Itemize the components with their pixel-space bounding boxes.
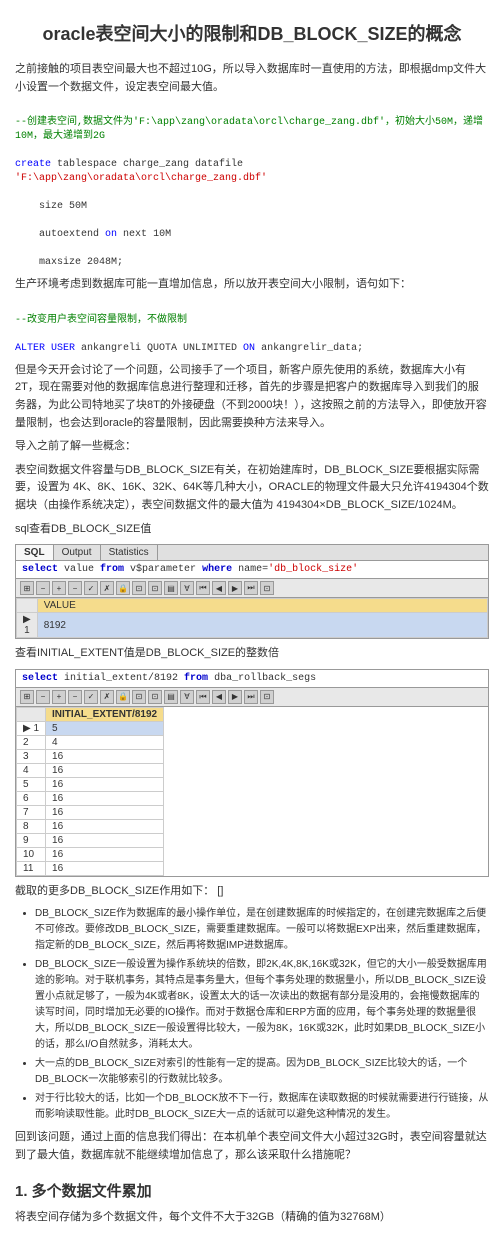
check2-icon[interactable]: ✓ <box>84 690 98 704</box>
col-value[interactable]: VALUE <box>37 599 487 613</box>
cell2-8[interactable]: 16 <box>46 819 164 833</box>
sql-heading-1: sql查看DB_BLOCK_SIZE值 <box>15 521 489 539</box>
minus2-icon[interactable]: − <box>68 581 82 595</box>
plus-icon[interactable]: + <box>52 581 66 595</box>
x2-icon[interactable]: ✗ <box>100 690 114 704</box>
cell2-5[interactable]: 16 <box>46 777 164 791</box>
tab-statistics[interactable]: Statistics <box>101 545 158 560</box>
grid-icon[interactable]: ⊞ <box>20 581 34 595</box>
sql-panel-2: select initial_extent/8192 from dba_roll… <box>15 669 489 877</box>
t24-icon[interactable]: ∀ <box>180 690 194 704</box>
row2-4: 4 <box>17 763 46 777</box>
cell2-9[interactable]: 16 <box>46 833 164 847</box>
nf2-icon[interactable]: ⏮ <box>196 690 210 704</box>
row2-8: 8 <box>17 819 46 833</box>
tool5-icon[interactable]: ⊡ <box>260 581 274 595</box>
t23-icon[interactable]: ▤ <box>164 690 178 704</box>
cell2-2[interactable]: 4 <box>46 735 164 749</box>
cell-value[interactable]: 8192 <box>37 613 487 638</box>
bullet-list: DB_BLOCK_SIZE作为数据库的最小操作单位，是在创建数据库的时候指定的，… <box>35 906 489 1123</box>
row2-1: ▶ 1 <box>17 721 46 735</box>
page-title: oracle表空间大小的限制和DB_BLOCK_SIZE的概念 <box>15 20 489 46</box>
cell2-1[interactable]: 5 <box>46 721 164 735</box>
sql-editor-2[interactable]: select initial_extent/8192 from dba_roll… <box>16 670 488 688</box>
bullet-1: DB_BLOCK_SIZE作为数据库的最小操作单位，是在创建数据库的时候指定的，… <box>35 906 489 954</box>
cell2-4[interactable]: 16 <box>46 763 164 777</box>
sql-grid-2: INITIAL_EXTENT/8192 ▶ 15 24 316 416 516 … <box>16 707 488 876</box>
plus2-icon[interactable]: + <box>52 690 66 704</box>
tab-sql[interactable]: SQL <box>16 545 54 560</box>
paragraph-solution-1-desc: 将表空间存储为多个数据文件，每个文件不大于32GB（精确的值为32768M） <box>15 1209 489 1227</box>
x-icon[interactable]: ✗ <box>100 581 114 595</box>
sql-toolbar-1: ⊞ − + − ✓ ✗ 🔒 ⊡ ⊡ ▤ ∀ ⏮ ◀ ▶ ⏭ ⊡ <box>16 579 488 598</box>
bullet-3: 大一点的DB_BLOCK_SIZE对索引的性能有一定的提高。因为DB_BLOCK… <box>35 1056 489 1088</box>
cell2-6[interactable]: 16 <box>46 791 164 805</box>
grid-corner <box>17 599 38 613</box>
row2-7: 7 <box>17 805 46 819</box>
nl2-icon[interactable]: ⏭ <box>244 690 258 704</box>
np2-icon[interactable]: ◀ <box>212 690 226 704</box>
tab-output[interactable]: Output <box>54 545 101 560</box>
sql-grid-1: VALUE ▶ 18192 <box>16 598 488 638</box>
minus4-icon[interactable]: − <box>68 690 82 704</box>
bullet-4: 对于行比较大的话，比如一个DB_BLOCK放不下一行，数据库在读取数据的时候就需… <box>35 1091 489 1123</box>
nn2-icon[interactable]: ▶ <box>228 690 242 704</box>
row2-6: 6 <box>17 791 46 805</box>
sql-editor-1[interactable]: select value from v$parameter where name… <box>16 561 488 579</box>
col-initial-extent[interactable]: INITIAL_EXTENT/8192 <box>46 707 164 721</box>
code-block-alter-user: --改变用户表空间容量限制，不做限制 ALTER USER ankangreli… <box>15 300 489 356</box>
grid2-corner <box>17 707 46 721</box>
row2-2: 2 <box>17 735 46 749</box>
paragraph-initial-extent: 查看INITIAL_EXTENT值是DB_BLOCK_SIZE的整数倍 <box>15 645 489 663</box>
row2-5: 5 <box>17 777 46 791</box>
bullet-2: DB_BLOCK_SIZE一般设置为操作系统块的倍数，即2K,4K,8K,16K… <box>35 957 489 1053</box>
nav-first-icon[interactable]: ⏮ <box>196 581 210 595</box>
tool2-icon[interactable]: ⊡ <box>148 581 162 595</box>
sql-panel-1: SQL Output Statistics select value from … <box>15 544 489 639</box>
cell2-3[interactable]: 16 <box>46 749 164 763</box>
nav-last-icon[interactable]: ⏭ <box>244 581 258 595</box>
sql-toolbar-2: ⊞ − + − ✓ ✗ 🔒 ⊡ ⊡ ▤ ∀ ⏮ ◀ ▶ ⏭ ⊡ <box>16 688 488 707</box>
code-block-create-tablespace: --创建表空间,数据文件为'F:\app\zang\oradata\orcl\c… <box>15 102 489 270</box>
cell2-11[interactable]: 16 <box>46 861 164 875</box>
t25-icon[interactable]: ⊡ <box>260 690 274 704</box>
tool1-icon[interactable]: ⊡ <box>132 581 146 595</box>
sql-tabs-1: SQL Output Statistics <box>16 545 488 561</box>
paragraph-block-size-explain: 表空间数据文件容量与DB_BLOCK_SIZE有关，在初始建库时，DB_BLOC… <box>15 462 489 515</box>
intro-paragraph: 之前接触的项目表空间最大也不超过10G，所以导入数据库时一直使用的方法，即根据d… <box>15 61 489 96</box>
heading-solution-1: 1. 多个数据文件累加 <box>15 1180 489 1201</box>
row2-11: 11 <box>17 861 46 875</box>
tool4-icon[interactable]: ∀ <box>180 581 194 595</box>
paragraph-conclusion: 回到该问题，通过上面的信息我们得出：在本机单个表空间文件大小超过32G时，表空间… <box>15 1129 489 1164</box>
row-pointer: ▶ 1 <box>17 613 38 638</box>
t21-icon[interactable]: ⊡ <box>132 690 146 704</box>
minus3-icon[interactable]: − <box>36 690 50 704</box>
minus-icon[interactable]: − <box>36 581 50 595</box>
check-icon[interactable]: ✓ <box>84 581 98 595</box>
paragraph-production-env: 生产环境考虑到数据库可能一直增加信息，所以放开表空间大小限制，语句如下： <box>15 276 489 294</box>
paragraph-more-usage: 截取的更多DB_BLOCK_SIZE作用如下： [] <box>15 883 489 901</box>
paragraph-concepts-intro: 导入之前了解一些概念： <box>15 438 489 456</box>
grid2-icon[interactable]: ⊞ <box>20 690 34 704</box>
t22-icon[interactable]: ⊡ <box>148 690 162 704</box>
row2-3: 3 <box>17 749 46 763</box>
cell2-10[interactable]: 16 <box>46 847 164 861</box>
row2-10: 10 <box>17 847 46 861</box>
nav-prev-icon[interactable]: ◀ <box>212 581 226 595</box>
nav-next-icon[interactable]: ▶ <box>228 581 242 595</box>
paragraph-discussion: 但是今天开会讨论了一个问题，公司接手了一个项目，新客户原先使用的系统，数据库大小… <box>15 362 489 432</box>
tool3-icon[interactable]: ▤ <box>164 581 178 595</box>
lock2-icon[interactable]: 🔒 <box>116 690 130 704</box>
row2-9: 9 <box>17 833 46 847</box>
lock-icon[interactable]: 🔒 <box>116 581 130 595</box>
cell2-7[interactable]: 16 <box>46 805 164 819</box>
